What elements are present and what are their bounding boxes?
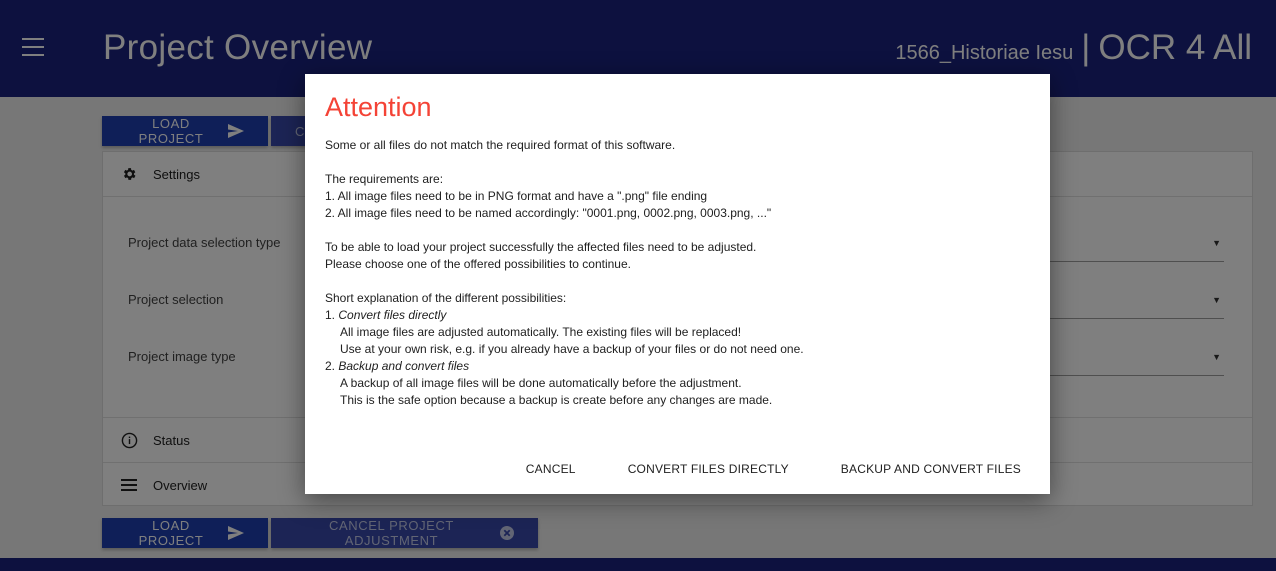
dialog-body: Some or all files do not match the requi… [325,137,1030,409]
dialog-cancel-button[interactable]: CANCEL [514,458,588,480]
option-1-heading: 1. Convert files directly [325,307,1030,324]
option-title: Backup and convert files [338,359,470,373]
option-2-text: This is the safe option because a backup… [340,393,773,407]
adjust-text: Please choose one of the offered possibi… [325,257,631,271]
dialog-title: Attention [325,92,432,122]
requirements-heading: The requirements are: [325,172,444,186]
backup-and-convert-button[interactable]: BACKUP AND CONVERT FILES [829,458,1033,480]
attention-dialog: Attention Some or all files do not match… [305,74,1050,494]
option-2-heading: 2. Backup and convert files [325,358,1030,375]
adjust-text: To be able to load your project successf… [325,240,757,254]
explanation-heading: Short explanation of the different possi… [325,291,567,305]
option-number: 1. [325,308,336,322]
option-1-text: All image files are adjusted automatical… [340,325,742,339]
option-number: 2. [325,359,336,373]
option-title: Convert files directly [338,308,447,322]
dialog-actions: CANCEL CONVERT FILES DIRECTLY BACKUP AND… [305,458,1050,480]
requirement-item: 1. All image files need to be in PNG for… [325,189,708,203]
requirement-item: 2. All image files need to be named acco… [325,206,772,220]
option-2-text: A backup of all image files will be done… [340,376,742,390]
dialog-intro: Some or all files do not match the requi… [325,138,676,152]
option-1-text: Use at your own risk, e.g. if you alread… [340,342,804,356]
convert-files-directly-button[interactable]: CONVERT FILES DIRECTLY [616,458,801,480]
